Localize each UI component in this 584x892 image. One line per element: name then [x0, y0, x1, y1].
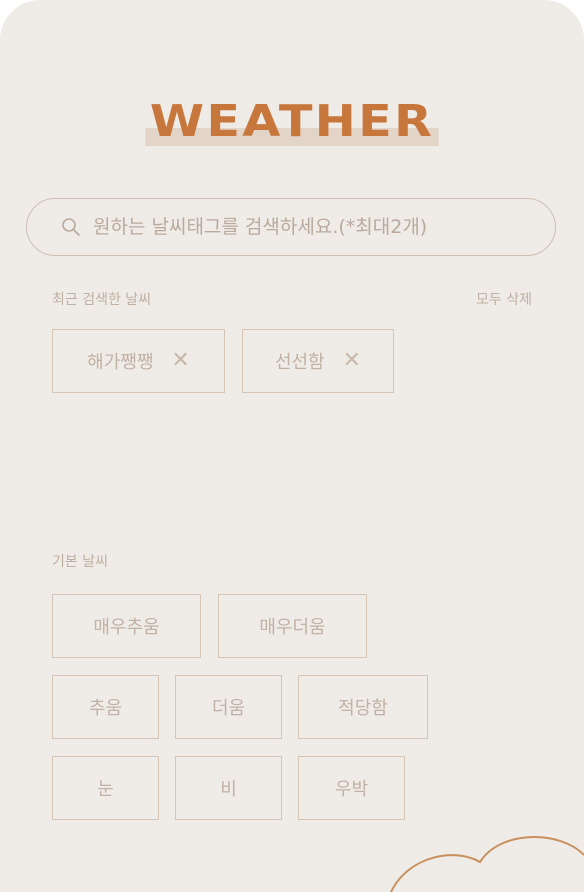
weather-tag[interactable]: 적당함 [298, 675, 428, 739]
basic-weather-label: 기본 날씨 [52, 554, 108, 570]
cloud-icon [390, 836, 584, 892]
weather-search-screen: WEATHER 최근 검색한 날씨 모두 삭제 해가쨍쨍 ✕ 선선함 ✕ 기본 … [0, 0, 584, 892]
recent-tag-label: 해가쨍쨍 [87, 352, 154, 373]
weather-tag[interactable]: 더움 [175, 675, 282, 739]
weather-tag[interactable]: 우박 [298, 756, 405, 820]
search-icon [62, 218, 80, 236]
weather-tag[interactable]: 비 [175, 756, 282, 820]
recent-search-label: 최근 검색한 날씨 [52, 292, 152, 308]
search-bar[interactable] [26, 198, 556, 256]
recent-tag[interactable]: 선선함 ✕ [242, 329, 394, 393]
close-icon[interactable]: ✕ [343, 350, 361, 372]
logo-text: WEATHER [149, 96, 435, 147]
logo-container: WEATHER [0, 100, 584, 146]
weather-tag[interactable]: 눈 [52, 756, 159, 820]
close-icon[interactable]: ✕ [171, 350, 189, 372]
weather-tag[interactable]: 매우추움 [52, 594, 201, 658]
recent-tag[interactable]: 해가쨍쨍 ✕ [52, 329, 225, 393]
weather-tag[interactable]: 매우더움 [218, 594, 367, 658]
weather-tag[interactable]: 추움 [52, 675, 159, 739]
weather-logo: WEATHER [145, 100, 439, 146]
search-input[interactable] [91, 215, 535, 239]
clear-all-button[interactable]: 모두 삭제 [476, 289, 532, 309]
recent-tag-label: 선선함 [274, 352, 325, 373]
